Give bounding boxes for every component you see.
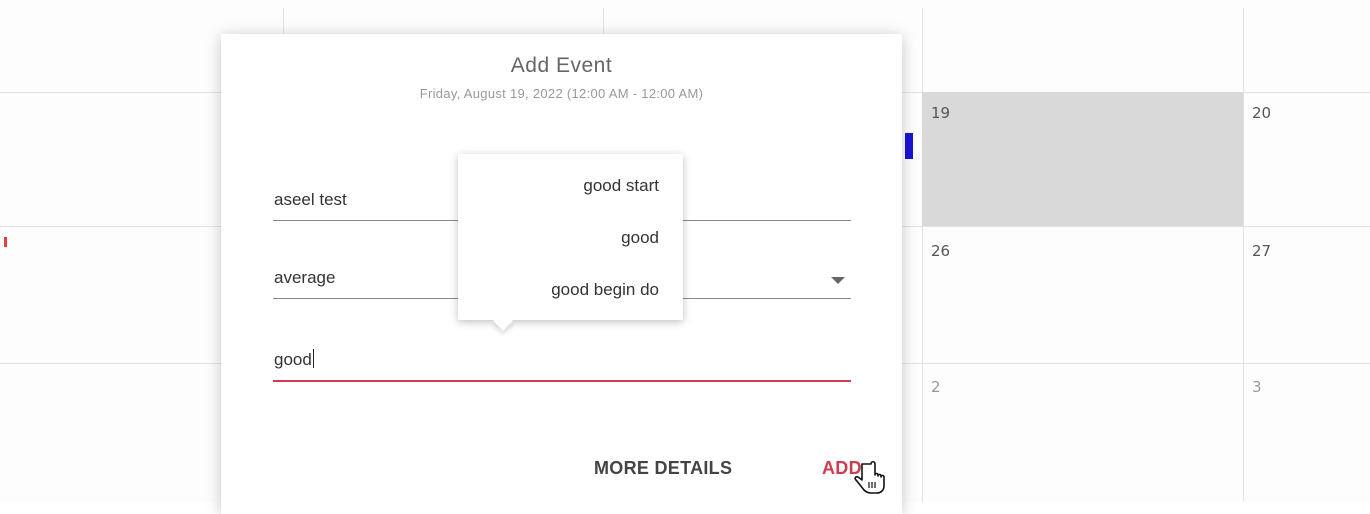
event-name-value: aseel test: [274, 190, 347, 209]
event-note-value: good: [274, 349, 314, 369]
event-type-value: average: [274, 268, 336, 287]
day-number-27: 27: [1252, 242, 1272, 260]
autocomplete-option[interactable]: good: [621, 228, 659, 248]
event-chip[interactable]: [905, 133, 913, 159]
event-marker: [4, 237, 7, 247]
day-number-20: 20: [1252, 104, 1272, 122]
autocomplete-option[interactable]: good start: [583, 176, 659, 196]
grid-line: [1243, 8, 1244, 502]
day-number-26: 26: [931, 242, 951, 260]
grid-line: [922, 8, 923, 502]
dialog-date-range: Friday, August 19, 2022 (12:00 AM - 12:0…: [419, 86, 704, 101]
day-number-19: 19: [931, 104, 951, 122]
autocomplete-option[interactable]: good begin do: [551, 280, 659, 300]
day-number-3: 3: [1252, 378, 1262, 396]
event-note-field[interactable]: good: [273, 340, 851, 382]
dialog-title: Add Event: [510, 54, 613, 77]
chevron-down-icon[interactable]: [831, 277, 845, 284]
day-number-2: 2: [931, 378, 941, 396]
more-details-button[interactable]: MORE DETAILS: [594, 458, 732, 479]
hand-pointer-icon: [854, 460, 885, 494]
autocomplete-popup: good start good good begin do: [458, 154, 683, 331]
text-caret: [312, 349, 314, 368]
selected-day-cell[interactable]: [922, 92, 1243, 226]
